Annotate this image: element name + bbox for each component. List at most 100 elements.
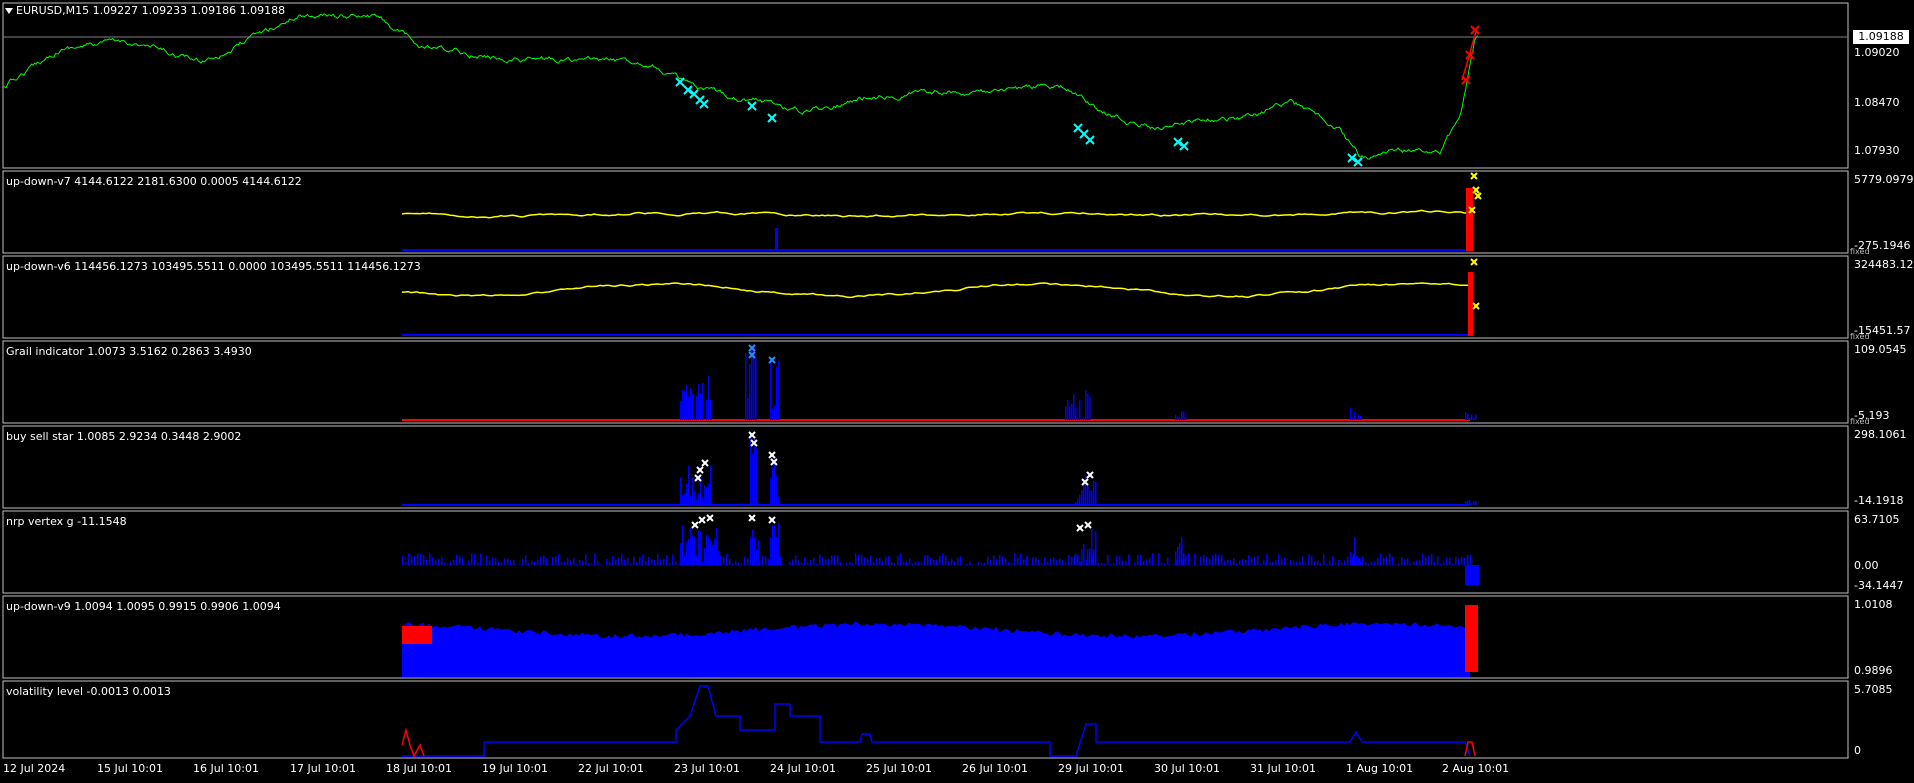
- histogram-bar: [498, 561, 500, 565]
- histogram-bar: [1038, 559, 1040, 565]
- spike-bar: [775, 228, 778, 250]
- histogram-bar: [750, 537, 752, 565]
- pane-scale-top-up-down-v9: 1.0108: [1854, 598, 1893, 611]
- histogram-bar: [1093, 480, 1095, 505]
- histogram-bar: [688, 396, 690, 420]
- histogram-bar: [1302, 556, 1304, 565]
- histogram-bar: [414, 555, 416, 565]
- histogram-bar: [672, 554, 674, 565]
- histogram-bar: [698, 384, 700, 420]
- histogram-bar: [1079, 400, 1081, 420]
- histogram-bar: [1475, 414, 1477, 420]
- histogram-bar: [754, 537, 756, 565]
- histogram-bar: [495, 558, 497, 565]
- histogram-bar: [969, 561, 971, 565]
- histogram-bar: [933, 559, 935, 565]
- histogram-bar: [686, 542, 688, 565]
- histogram-bar: [804, 557, 806, 565]
- date-label: 31 Jul 10:01: [1250, 762, 1316, 775]
- histogram-bar: [682, 494, 684, 505]
- histogram-bar: [1075, 502, 1077, 505]
- histogram-bar: [1329, 560, 1331, 565]
- histogram-bar: [930, 557, 932, 565]
- pane-scale-top-up-down-v7: 5779.0979: [1854, 173, 1914, 186]
- pane-scale-bottom-volatility: 0: [1854, 744, 1861, 757]
- histogram-bar: [1104, 563, 1106, 565]
- histogram-bar: [1077, 554, 1079, 565]
- histogram-bar: [1473, 417, 1475, 420]
- histogram-bar: [1071, 403, 1073, 420]
- histogram-bar: [723, 557, 725, 565]
- histogram-bar: [1371, 561, 1373, 565]
- histogram-bar: [1116, 555, 1118, 565]
- histogram-bar: [801, 562, 803, 565]
- histogram-bar: [819, 554, 821, 565]
- red-area-segment: [1465, 605, 1478, 672]
- histogram-bar: [1026, 556, 1028, 565]
- histogram-bar: [1215, 553, 1217, 565]
- histogram-bar: [447, 563, 449, 565]
- histogram-bar: [630, 563, 632, 565]
- histogram-bar: [825, 559, 827, 565]
- histogram-bar: [1352, 556, 1354, 565]
- histogram-bar: [1023, 559, 1025, 565]
- current-price-box: 1.09188: [1853, 30, 1909, 44]
- histogram-bar: [751, 350, 753, 420]
- histogram-bar: [696, 559, 698, 565]
- histogram-bar: [660, 559, 662, 565]
- histogram-bar: [405, 561, 407, 565]
- price-series-line: [2, 13, 1478, 160]
- histogram-bar: [501, 562, 503, 565]
- histogram-bar: [735, 560, 737, 565]
- histogram-bar: [648, 556, 650, 565]
- histogram-bar: [615, 559, 617, 565]
- histogram-bar: [1437, 556, 1439, 565]
- histogram-bar: [706, 399, 708, 420]
- histogram-bar: [692, 535, 694, 565]
- histogram-bar: [1041, 563, 1043, 565]
- pane-label-up-down-v6: up-down-v6 114456.1273 103495.5511 0.000…: [6, 260, 421, 273]
- main-scale-1: 1.09020: [1854, 46, 1900, 59]
- histogram-bar: [1071, 556, 1073, 565]
- collapse-triangle-icon[interactable]: [5, 8, 13, 14]
- chart-canvas[interactable]: [0, 0, 1914, 783]
- histogram-bar: [423, 554, 425, 565]
- histogram-bar: [411, 556, 413, 565]
- date-label: 29 Jul 10:01: [1058, 762, 1124, 775]
- histogram-bar: [1362, 556, 1364, 565]
- indicator-pane-border: [2, 340, 1849, 424]
- histogram-bar: [772, 408, 774, 420]
- histogram-bar: [1452, 563, 1454, 565]
- histogram-bar: [1467, 554, 1469, 565]
- histogram-bar: [543, 555, 545, 565]
- histogram-bar: [1356, 419, 1358, 420]
- histogram-bar: [1200, 556, 1202, 565]
- histogram-bar: [718, 550, 720, 565]
- symbol-quote-text: EURUSD,M15 1.09227 1.09233 1.09186 1.091…: [16, 4, 286, 17]
- histogram-bar: [987, 556, 989, 565]
- histogram-bar: [1464, 557, 1466, 565]
- histogram-bar: [810, 560, 812, 565]
- histogram-bar: [1181, 537, 1183, 565]
- histogram-bar: [624, 559, 626, 565]
- histogram-bar: [1317, 560, 1319, 565]
- histogram-bar: [1344, 560, 1346, 565]
- histogram-bar: [1209, 559, 1211, 565]
- histogram-bar: [450, 561, 452, 565]
- histogram-bar: [852, 563, 854, 565]
- histogram-bar: [1203, 554, 1205, 565]
- histogram-bar: [694, 537, 696, 565]
- date-label: 12 Jul 2024: [3, 762, 66, 775]
- histogram-bar: [684, 558, 686, 565]
- histogram-bar: [435, 560, 437, 565]
- histogram-bar: [894, 563, 896, 565]
- histogram-bar: [1455, 556, 1457, 565]
- date-label: 23 Jul 10:01: [674, 762, 740, 775]
- histogram-bar: [744, 556, 746, 565]
- histogram-bar: [822, 557, 824, 565]
- histogram-bar: [1056, 560, 1058, 565]
- histogram-bar: [1233, 558, 1235, 565]
- histogram-bar: [698, 493, 700, 505]
- histogram-bar: [873, 562, 875, 565]
- histogram-bar: [540, 556, 542, 565]
